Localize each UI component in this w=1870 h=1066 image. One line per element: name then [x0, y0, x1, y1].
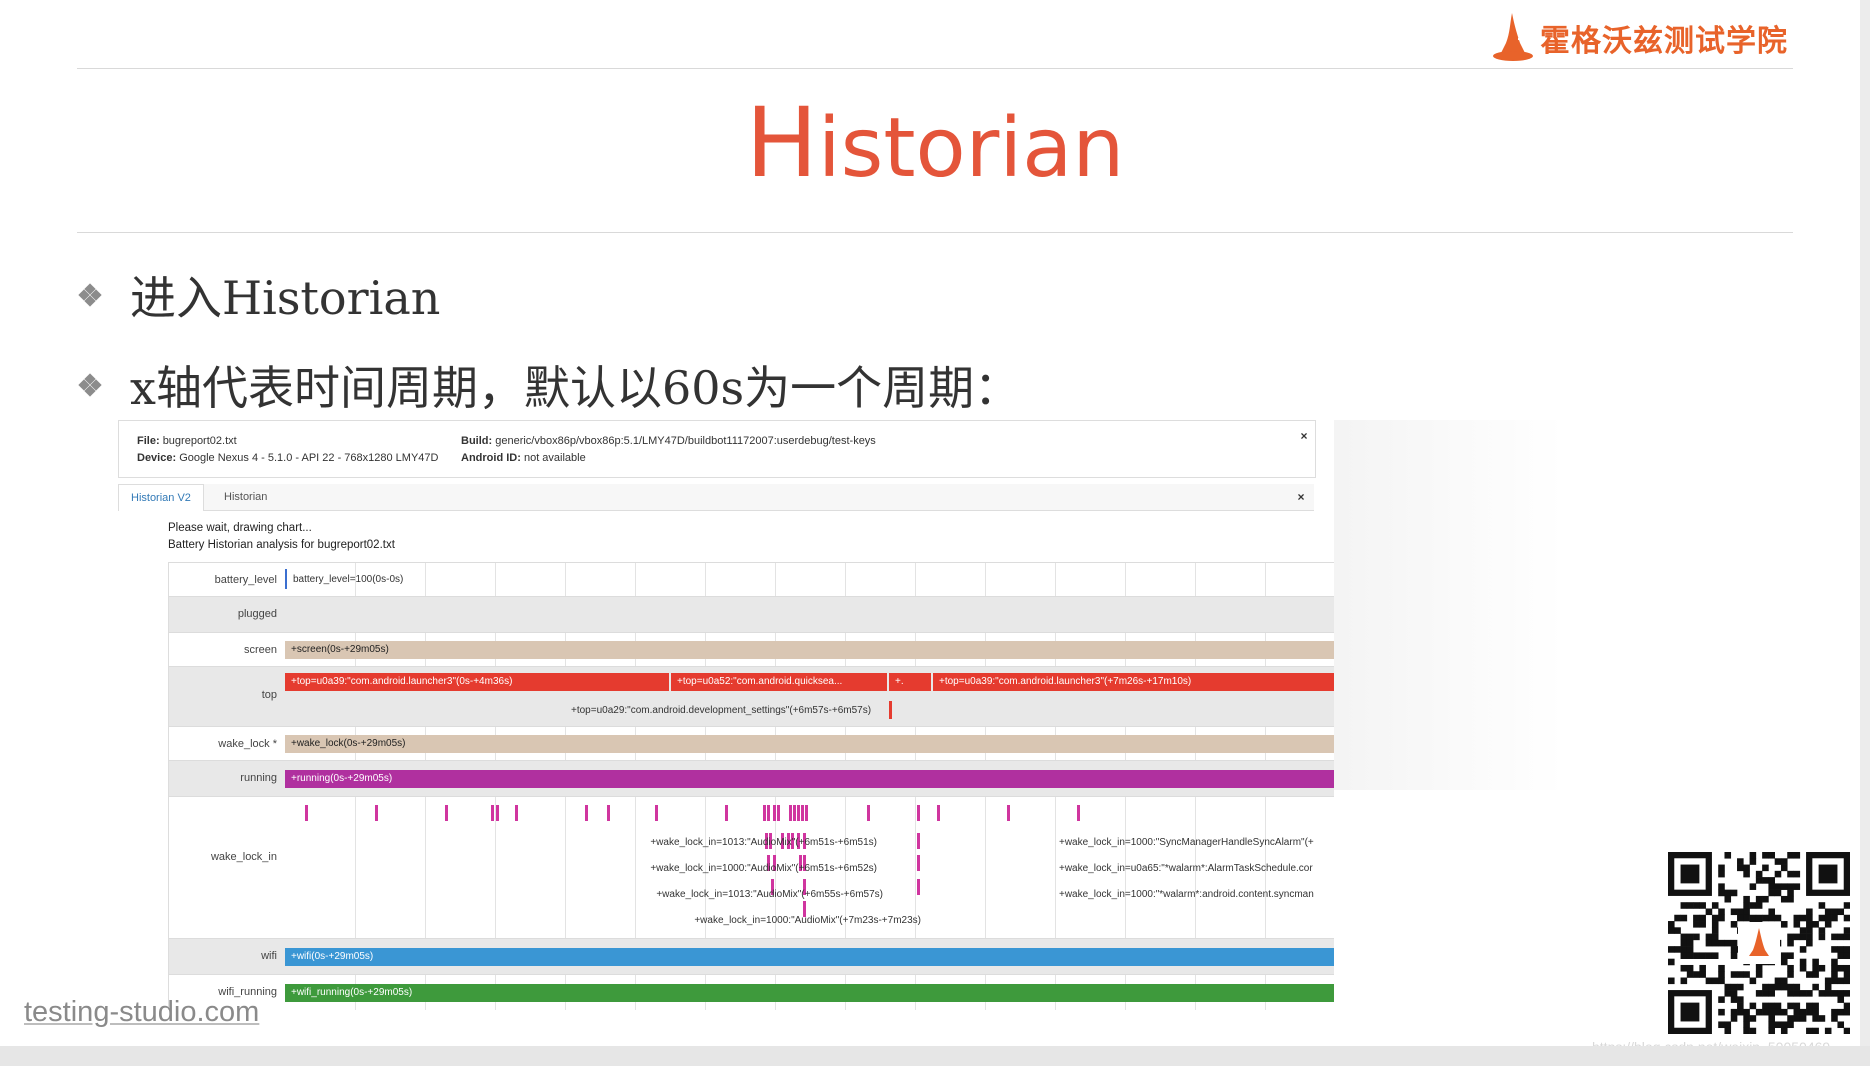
wake-lock-tick[interactable] — [801, 805, 804, 821]
window-edge — [1860, 0, 1870, 1046]
android-id-info: Android ID: not available — [461, 452, 586, 464]
tab-historian-v2[interactable]: Historian V2 — [118, 484, 204, 511]
wake-lock-tick[interactable] — [797, 805, 800, 821]
timeline-chart: battery_level battery_level=100(0s-0s) p… — [168, 562, 1334, 1010]
wake-lock-in-label: +wake_lock_in=u0a65:"*walarm*:AlarmTaskS… — [1059, 863, 1313, 874]
wake-lock-tick[interactable] — [773, 805, 776, 821]
wake-lock-bar[interactable]: +wake_lock(0s-+29m05s) — [285, 735, 1334, 753]
row-wifi-running: wifi_running +wifi_running(0s-+29m05s) — [169, 974, 1334, 1010]
file-info-panel: File: bugreport02.txt Device: Google Nex… — [118, 420, 1316, 478]
bullet-diamond-icon — [78, 283, 102, 307]
wizard-hat-icon — [1493, 13, 1533, 61]
running-bar[interactable]: +running(0s-+29m05s) — [285, 770, 1334, 788]
row-wake-lock-in: wake_lock_in +wake_lock_in=1013:"AudioMi… — [169, 796, 1334, 926]
tab-historian[interactable]: Historian — [212, 484, 279, 510]
bullet-diamond-icon — [78, 373, 102, 397]
row-wake-lock: wake_lock * +wake_lock(0s-+29m05s) — [169, 726, 1334, 761]
wake-lock-tick[interactable] — [777, 805, 780, 821]
top-secondary-label: +top=u0a29:"com.android.development_sett… — [571, 705, 872, 716]
wake-lock-in-label: +wake_lock_in=1000:"*walarm*:android.con… — [1059, 889, 1314, 900]
build-info: Build: generic/vbox86p/vbox86p:5.1/LMY47… — [461, 435, 876, 447]
wake-lock-tick[interactable] — [793, 805, 796, 821]
wake-lock-tick[interactable] — [445, 805, 448, 821]
tab-bar: Historian V2 Historian × — [118, 484, 1314, 511]
screenshot-shadow — [1334, 420, 1564, 790]
footer-site-link[interactable]: testing-studio.com — [24, 996, 259, 1029]
wake-lock-in-label: +wake_lock_in=1000:"AudioMix"(+7m23s-+7m… — [694, 915, 921, 926]
wake-lock-tick[interactable] — [867, 805, 870, 821]
wake-lock-in-label: +wake_lock_in=1013:"AudioMix"(+6m55s-+6m… — [656, 889, 883, 900]
wake-lock-tick[interactable] — [1007, 805, 1010, 821]
header-divider — [77, 68, 1793, 69]
battery-level-label: battery_level=100(0s-0s) — [293, 574, 404, 585]
top-bar[interactable]: +top=u0a39:"com.android.launcher3"(0s-+4… — [285, 673, 669, 691]
close-icon[interactable]: × — [1297, 429, 1311, 443]
historian-screenshot: File: bugreport02.txt Device: Google Nex… — [118, 420, 1334, 1010]
row-label: plugged — [237, 608, 277, 620]
wake-lock-tick[interactable] — [917, 805, 920, 821]
wake-lock-tick[interactable] — [491, 805, 494, 821]
title-initial: H — [745, 87, 818, 199]
wake-lock-tick[interactable] — [515, 805, 518, 821]
wake-lock-tick[interactable] — [607, 805, 610, 821]
wake-lock-tick[interactable] — [937, 805, 940, 821]
row-label: screen — [243, 644, 277, 656]
row-top: top +top=u0a39:"com.android.launcher3"(0… — [169, 666, 1334, 727]
brand-logo: 霍格沃兹测试学院 — [1490, 8, 1788, 68]
wake-lock-in-label: +wake_lock_in=1000:"AudioMix"(+6m51s-+6m… — [650, 863, 877, 874]
wake-lock-in-label: +wake_lock_in=1000:"SyncManagerHandleSyn… — [1059, 837, 1314, 848]
wake-lock-tick[interactable] — [763, 805, 766, 821]
battery-marker — [285, 569, 287, 589]
status-message: Please wait, drawing chart... — [168, 522, 312, 534]
row-label: top — [261, 689, 277, 701]
title-rest: istorian — [817, 101, 1125, 196]
wake-lock-tick[interactable] — [917, 833, 920, 849]
wake-lock-tick[interactable] — [585, 805, 588, 821]
title-divider — [77, 232, 1793, 233]
bullet-item: x轴代表时间周期，默认以60s为一个周期： — [78, 352, 1021, 418]
wake-lock-tick[interactable] — [805, 805, 808, 821]
wake-lock-tick[interactable] — [789, 805, 792, 821]
brand-name: 霍格沃兹测试学院 — [1540, 24, 1788, 59]
row-label: wifi — [261, 950, 277, 962]
close-icon[interactable]: × — [1294, 490, 1308, 504]
wake-lock-tick[interactable] — [725, 805, 728, 821]
device-info: Device: Google Nexus 4 - 5.1.0 - API 22 … — [137, 452, 439, 464]
wake-lock-tick[interactable] — [496, 805, 499, 821]
wake-lock-in-label: +wake_lock_in=1013:"AudioMix"(+6m51s-+6m… — [650, 837, 877, 848]
bullet-text: 进入Historian — [130, 271, 441, 325]
bullet-item: 进入Historian — [78, 262, 441, 328]
wake-lock-tick[interactable] — [767, 805, 770, 821]
wake-lock-tick[interactable] — [917, 879, 920, 895]
slide-title: Historian — [0, 88, 1870, 204]
qr-code — [1668, 852, 1850, 1034]
file-info: File: bugreport02.txt — [137, 435, 237, 447]
bullet-text: x轴代表时间周期，默认以60s为一个周期： — [130, 361, 1021, 415]
top-bar[interactable]: +top=u0a52:"com.android.quicksea... — [671, 673, 887, 691]
row-label: running — [240, 772, 277, 784]
row-screen: screen +screen(0s-+29m05s) — [169, 632, 1334, 667]
wifi-bar[interactable]: +wifi(0s-+29m05s) — [285, 948, 1334, 966]
top-secondary-bar[interactable] — [889, 701, 892, 719]
slide: 霍格沃兹测试学院 Historian 进入Historian x轴代表时间周期，… — [0, 0, 1870, 1055]
wifi-running-bar[interactable]: +wifi_running(0s-+29m05s) — [285, 984, 1334, 1002]
bottom-strip — [0, 1046, 1870, 1066]
wake-lock-tick[interactable] — [655, 805, 658, 821]
analysis-title: Battery Historian analysis for bugreport… — [168, 539, 395, 551]
row-plugged: plugged — [169, 596, 1334, 633]
top-bar[interactable]: +top=u0a39:"com.android.launcher3"(+7m26… — [933, 673, 1334, 691]
row-label: battery_level — [214, 574, 277, 586]
row-label: wake_lock_in — [210, 851, 277, 863]
wake-lock-tick[interactable] — [917, 855, 920, 871]
row-label: wake_lock * — [218, 738, 277, 750]
wake-lock-tick[interactable] — [375, 805, 378, 821]
row-running: running +running(0s-+29m05s) — [169, 760, 1334, 797]
top-bar[interactable]: +. — [889, 673, 931, 691]
row-battery-level: battery_level battery_level=100(0s-0s) — [169, 562, 1334, 597]
wake-lock-tick[interactable] — [1077, 805, 1080, 821]
row-wifi: wifi +wifi(0s-+29m05s) — [169, 938, 1334, 975]
wake-lock-tick[interactable] — [305, 805, 308, 821]
screen-bar[interactable]: +screen(0s-+29m05s) — [285, 641, 1334, 659]
